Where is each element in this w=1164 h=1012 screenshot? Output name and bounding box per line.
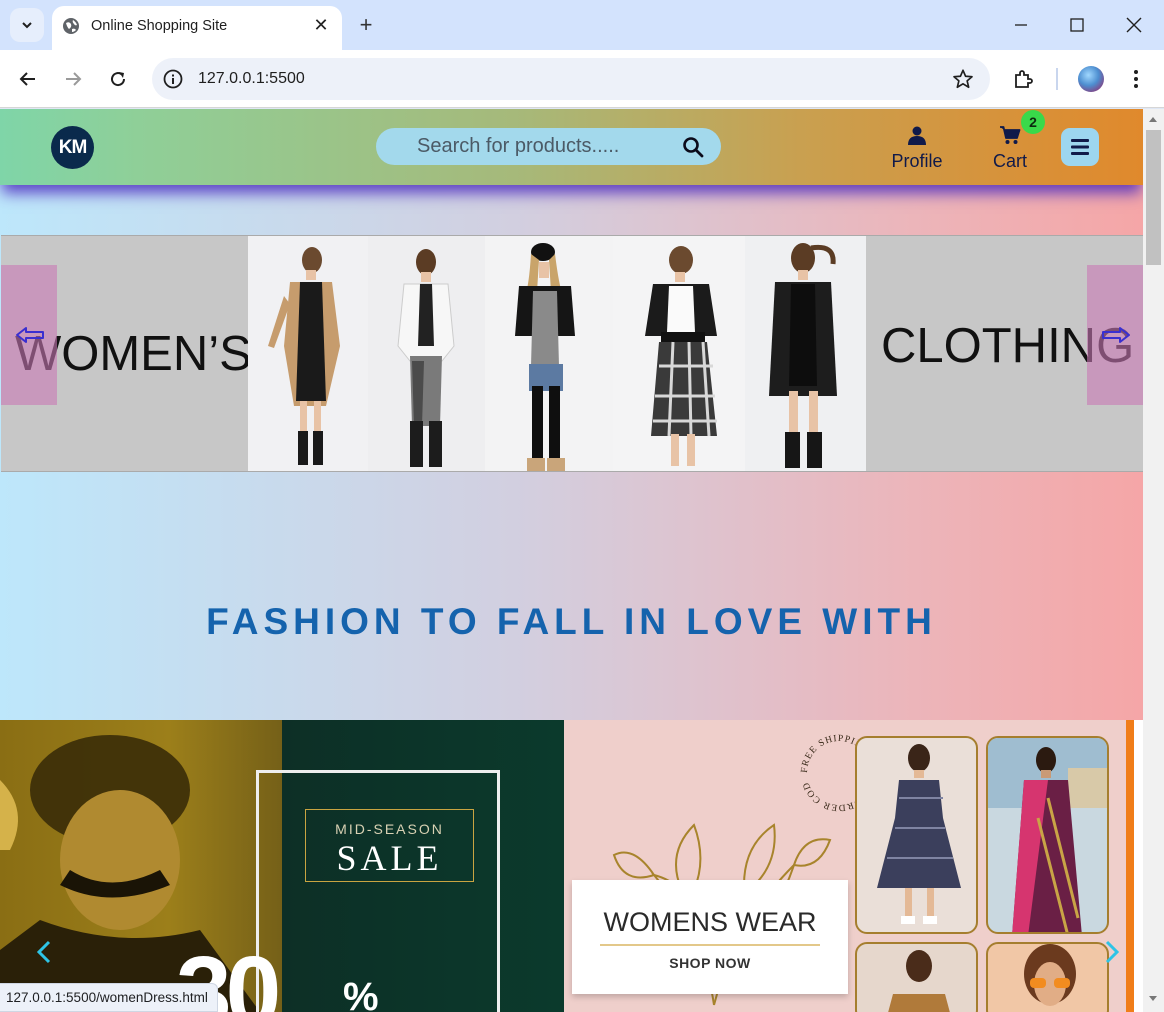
profile-avatar[interactable] [1078,66,1104,92]
product-photo-sunglasses[interactable] [986,942,1109,1012]
reload-icon [111,72,126,87]
search-input[interactable] [376,128,676,165]
address-bar[interactable]: 127.0.0.1:5500 [152,58,990,100]
tab-close-icon[interactable]: ✕ [310,14,332,36]
kurti-image [888,950,950,1012]
carousel-next-button[interactable] [1087,265,1143,405]
menu-icon [1071,139,1089,155]
search-bar [376,128,721,165]
info-icon[interactable] [162,68,184,90]
percent-sign: % [343,975,379,1012]
sale-line-2: SALE [336,838,443,878]
saree-image [988,738,1107,932]
globe-icon [63,18,79,34]
new-tab-button[interactable]: + [352,11,380,39]
profile-link[interactable]: Profile [887,125,947,172]
close-window-button[interactable] [1119,10,1149,40]
title-underline [600,944,820,946]
page-viewport: KM Profile Cart 2 WOMEN’S CLOTHING [0,109,1164,1012]
arrow-left-outline-icon [16,327,44,343]
arrow-right-icon [66,72,82,86]
tab-search-button[interactable] [10,8,44,42]
scroll-down-icon[interactable] [1148,995,1158,1003]
bookmark-star-icon[interactable] [952,68,974,90]
minimize-button[interactable] [1006,10,1036,40]
carousel-prev-button[interactable] [1,265,57,405]
minimize-icon [1015,24,1027,26]
womens-wear-title: WOMENS WEAR [603,907,817,937]
cart-label: Cart [992,151,1027,171]
puzzle-icon [1015,70,1033,88]
browser-tab[interactable]: Online Shopping Site ✕ [52,6,342,50]
sunglasses-model-image [1024,944,1076,1006]
model-photo-white-blazer [368,236,485,471]
extensions-button[interactable] [1009,65,1037,93]
arrow-right-outline-icon [1102,327,1130,343]
close-icon [1126,17,1142,33]
model-photo-camel-cardigan [248,236,368,471]
womens-wear-card: WOMENS WEAR SHOP NOW [572,880,848,994]
hamburger-menu-button[interactable] [1061,128,1099,166]
chevron-left-icon [37,940,51,964]
profile-label: Profile [891,151,943,171]
product-photo-saree[interactable] [986,736,1109,934]
hero-carousel: WOMEN’S CLOTHING [1,235,1143,472]
promo-banner-row: MID-SEASON SALE 30 % FREE SHIPPI RDER CO… [0,720,1143,1012]
maximize-icon [1070,18,1084,32]
sale-line-1: MID-SEASON [335,821,444,837]
product-photo-kurti[interactable] [855,942,978,1012]
arrow-left-icon [19,72,35,86]
promo-edge-strip [1126,720,1134,1012]
url-text[interactable]: 127.0.0.1:5500 [198,70,305,88]
scrollbar-thumb[interactable] [1146,130,1161,265]
page-scrollbar[interactable] [1143,109,1164,1012]
user-icon [908,126,926,145]
carousel-model-photos [248,236,866,471]
logo-text: KM [58,136,88,158]
site-logo[interactable]: KM [51,126,94,169]
shopping-cart-icon [1000,126,1021,144]
sale-box: MID-SEASON SALE [305,809,474,882]
promo-prev-button[interactable] [29,932,59,972]
promo-banner-womens-wear[interactable]: FREE SHIPPING NO MIN ORDER COD WOMENS WE… [564,720,1134,1012]
model-photo-black-cardigan [745,236,866,471]
chevron-right-icon [1105,940,1119,964]
link-status-bar: 127.0.0.1:5500/womenDress.html [0,983,218,1012]
back-button[interactable] [12,63,44,95]
scroll-up-icon[interactable] [1148,115,1158,123]
promo-next-button[interactable] [1097,932,1127,972]
checked-dress-image [877,744,961,924]
cart-count-badge: 2 [1021,110,1045,134]
site-header: KM Profile Cart 2 [0,109,1143,185]
model-photo-leather-jacket [485,236,613,471]
product-photo-checked-dress[interactable] [855,736,978,934]
model-photo-plaid-skirt [613,236,745,471]
web-page: KM Profile Cart 2 WOMEN’S CLOTHING [0,109,1143,1012]
tab-title: Online Shopping Site [91,18,228,34]
section-tagline: FASHION TO FALL IN LOVE WITH [206,601,937,642]
maximize-button[interactable] [1062,10,1092,40]
chevron-down-icon [22,22,32,29]
more-vertical-icon [1134,70,1138,88]
browser-toolbar: 127.0.0.1:5500 [0,50,1164,108]
search-icon[interactable] [682,136,704,158]
browser-tab-strip: Online Shopping Site ✕ + [0,0,1164,50]
browser-menu-button[interactable] [1122,65,1150,93]
promo-banner-mid-season-sale[interactable]: MID-SEASON SALE 30 % [0,720,564,1012]
reload-button[interactable] [102,63,134,95]
toolbar-separator [1056,68,1058,90]
shop-now-link[interactable]: SHOP NOW [572,955,848,971]
forward-button[interactable] [57,63,89,95]
